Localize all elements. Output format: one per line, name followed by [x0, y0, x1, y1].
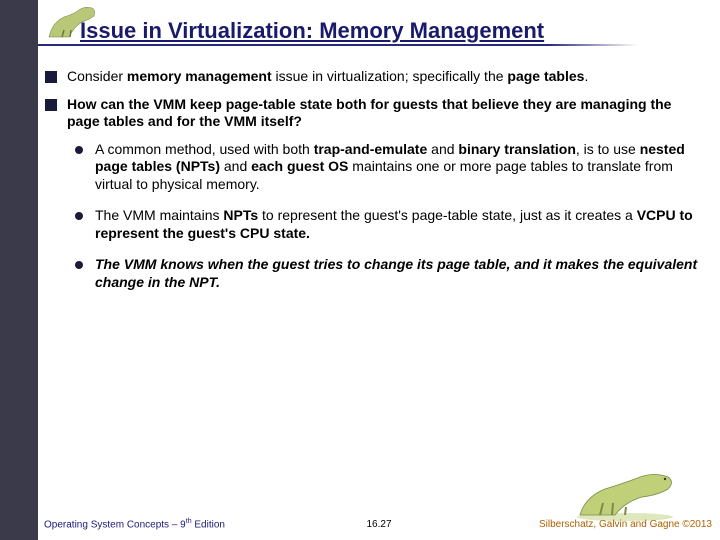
bullet-item: How can the VMM keep page-table state bo… — [45, 96, 705, 131]
bullet-text: How can the VMM keep page-table state bo… — [67, 96, 705, 131]
sub-bullet-item: A common method, used with both trap-and… — [75, 141, 705, 194]
bullet-item: Consider memory management issue in virt… — [45, 68, 705, 86]
round-bullet-icon — [75, 146, 83, 154]
slide-header: Issue in Virtualization: Memory Manageme… — [38, 0, 720, 58]
sub-bullet-text: The VMM maintains NPTs to represent the … — [95, 207, 705, 242]
footer-copyright: Silberschatz, Galvin and Gagne ©2013 — [539, 519, 712, 530]
bullet-text: Consider memory management issue in virt… — [67, 68, 705, 86]
footer-page-number: 16.27 — [366, 519, 391, 530]
sub-bullet-item: The VMM maintains NPTs to represent the … — [75, 207, 705, 242]
round-bullet-icon — [75, 261, 83, 269]
round-bullet-icon — [75, 212, 83, 220]
slide-footer: Operating System Concepts – 9th Edition … — [38, 504, 720, 534]
footer-left: Operating System Concepts – 9th Edition — [44, 518, 225, 530]
sub-bullet-text: The VMM knows when the guest tries to ch… — [95, 256, 705, 291]
square-bullet-icon — [45, 99, 57, 111]
sub-bullet-item: The VMM knows when the guest tries to ch… — [75, 256, 705, 291]
slide-content: Consider memory management issue in virt… — [45, 60, 705, 305]
square-bullet-icon — [45, 71, 57, 83]
sub-bullet-text: A common method, used with both trap-and… — [95, 141, 705, 194]
left-sidebar — [0, 0, 38, 540]
slide-title: Issue in Virtualization: Memory Manageme… — [80, 18, 544, 44]
